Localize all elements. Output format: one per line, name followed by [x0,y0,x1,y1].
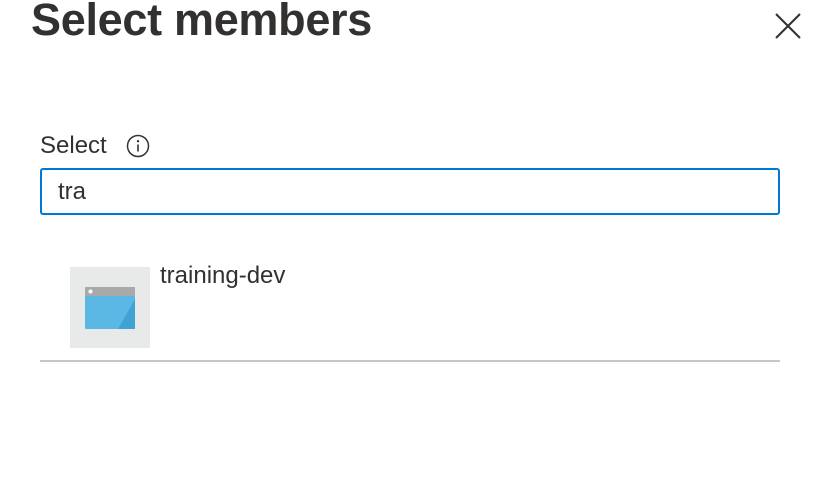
close-icon [775,13,801,39]
info-icon[interactable] [125,133,151,159]
app-window-icon [85,286,135,329]
select-label-row: Select [40,130,151,162]
panel-title: Select members [31,0,372,45]
select-label: Select [40,132,107,159]
divider [40,360,780,362]
result-name: training-dev [160,262,286,289]
app-thumbnail [70,267,150,348]
search-input[interactable] [40,168,780,215]
close-button[interactable] [770,8,806,44]
list-item[interactable]: training-dev [40,252,780,360]
